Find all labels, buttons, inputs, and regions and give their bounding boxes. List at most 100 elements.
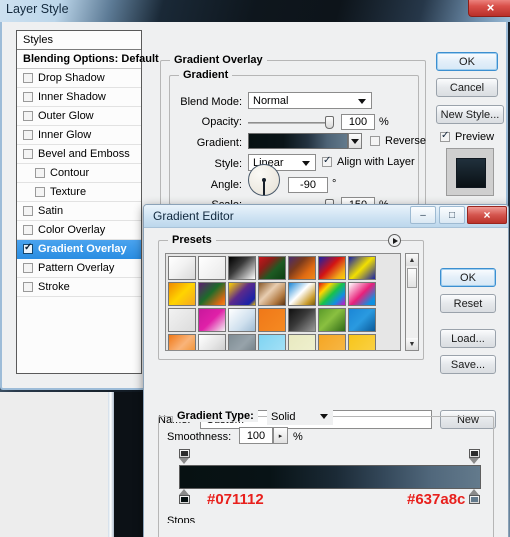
- styles-list[interactable]: Styles Blending Options: Default Drop Sh…: [16, 30, 159, 374]
- gradient-preset-6[interactable]: [348, 256, 376, 280]
- checkbox-color-overlay[interactable]: [23, 225, 33, 235]
- presets-scrollbar[interactable]: ▲ ▼: [405, 253, 419, 351]
- presets-scroll-thumb[interactable]: [407, 268, 417, 288]
- sidebar-item-inner-shadow[interactable]: Inner Shadow: [17, 88, 141, 107]
- angle-dial[interactable]: [248, 164, 280, 196]
- gradient-preset-27[interactable]: [348, 334, 376, 350]
- minimize-icon[interactable]: –: [410, 206, 436, 224]
- smoothness-input[interactable]: 100: [239, 427, 273, 444]
- gradient-preset-4[interactable]: [288, 256, 316, 280]
- opacity-input[interactable]: 100: [341, 114, 375, 130]
- gradient-preset-14[interactable]: [168, 308, 196, 332]
- opacity-slider-thumb[interactable]: [325, 116, 334, 129]
- gradient-preset-2[interactable]: [228, 256, 256, 280]
- sidebar-item-bevel-and-emboss[interactable]: Bevel and Emboss: [17, 145, 141, 164]
- gradient-preset-17[interactable]: [258, 308, 286, 332]
- gradient-preset-26[interactable]: [318, 334, 346, 350]
- gradient-preset-19[interactable]: [318, 308, 346, 332]
- gradient-bar[interactable]: [179, 465, 481, 489]
- sidebar-item-blending-options[interactable]: Blending Options: Default: [17, 50, 159, 69]
- preset-menu-icon[interactable]: [388, 234, 401, 247]
- gradient-subgroup: Gradient Blend Mode: Normal Opacity: 100…: [169, 69, 426, 213]
- checkbox-pattern-overlay[interactable]: [23, 263, 33, 273]
- sidebar-item-pattern-overlay[interactable]: Pattern Overlay: [17, 259, 141, 278]
- checkbox-reverse[interactable]: [370, 136, 380, 146]
- gradient-preset-5[interactable]: [318, 256, 346, 280]
- gradient-preset-8[interactable]: [198, 282, 226, 306]
- checkbox-preview[interactable]: [440, 130, 450, 142]
- gradient-preset-7[interactable]: [168, 282, 196, 306]
- color-stop-right[interactable]: [469, 489, 480, 504]
- checkbox-gradient-overlay[interactable]: [23, 242, 33, 254]
- gradient-preset-3[interactable]: [258, 256, 286, 280]
- gradient-preset-21[interactable]: [168, 334, 196, 350]
- cancel-button[interactable]: Cancel: [436, 78, 498, 97]
- gradient-preset-10[interactable]: [258, 282, 286, 306]
- sidebar-item-texture[interactable]: Texture: [17, 183, 141, 202]
- ok-button[interactable]: OK: [436, 52, 498, 71]
- layer-style-titlebar[interactable]: Layer Style ×: [0, 0, 510, 22]
- checkbox-drop-shadow[interactable]: [23, 73, 33, 83]
- checkbox-bevel-and-emboss[interactable]: [23, 149, 33, 159]
- sidebar-item-label: Drop Shadow: [38, 72, 105, 84]
- new-style-button[interactable]: New Style...: [436, 105, 504, 124]
- scroll-down-icon[interactable]: ▼: [406, 338, 418, 350]
- checkbox-outer-glow[interactable]: [23, 111, 33, 121]
- chevron-down-icon: [351, 138, 359, 144]
- checkbox-texture[interactable]: [35, 187, 45, 197]
- gradient-preview-swatch[interactable]: [248, 133, 348, 149]
- sidebar-item-color-overlay[interactable]: Color Overlay: [17, 221, 141, 240]
- gradient-editor-titlebar[interactable]: Gradient Editor – □ ×: [144, 205, 508, 228]
- gradient-type-select[interactable]: Solid: [267, 408, 333, 425]
- gradient-preset-1[interactable]: [198, 256, 226, 280]
- reverse-checkbox-row[interactable]: Reverse: [370, 135, 426, 147]
- sidebar-item-stroke[interactable]: Stroke: [17, 278, 141, 297]
- sidebar-item-satin[interactable]: Satin: [17, 202, 141, 221]
- gradient-preset-9[interactable]: [228, 282, 256, 306]
- checkbox-inner-glow[interactable]: [23, 130, 33, 140]
- checkbox-contour[interactable]: [35, 168, 45, 178]
- gradient-preset-16[interactable]: [228, 308, 256, 332]
- smoothness-spinner[interactable]: ▸: [273, 427, 288, 444]
- gradient-preset-20[interactable]: [348, 308, 376, 332]
- scroll-up-icon[interactable]: ▲: [406, 254, 418, 266]
- gradient-dropdown-button[interactable]: [348, 133, 362, 149]
- opacity-slider-track[interactable]: [248, 122, 334, 124]
- gradient-preset-12[interactable]: [318, 282, 346, 306]
- opacity-stop-left[interactable]: [179, 449, 190, 464]
- gradient-preset-23[interactable]: [228, 334, 256, 350]
- preview-checkbox-row[interactable]: Preview: [440, 130, 494, 143]
- checkbox-align-with-layer[interactable]: [322, 155, 332, 167]
- gradient-preset-24[interactable]: [258, 334, 286, 350]
- sidebar-item-inner-glow[interactable]: Inner Glow: [17, 126, 141, 145]
- maximize-icon[interactable]: □: [439, 206, 465, 224]
- presets-grid[interactable]: [165, 253, 401, 351]
- angle-input[interactable]: -90: [288, 177, 328, 193]
- gradient-preset-15[interactable]: [198, 308, 226, 332]
- gradient-preset-22[interactable]: [198, 334, 226, 350]
- blend-mode-select[interactable]: Normal: [248, 92, 372, 109]
- align-with-layer-row[interactable]: Align with Layer: [322, 155, 415, 168]
- checkbox-satin[interactable]: [23, 206, 33, 216]
- gradient-type-label: Gradient Type:: [173, 410, 258, 422]
- close-icon[interactable]: ×: [467, 206, 507, 224]
- sidebar-item-drop-shadow[interactable]: Drop Shadow: [17, 69, 141, 88]
- checkbox-inner-shadow[interactable]: [23, 92, 33, 102]
- ge-save-button[interactable]: Save...: [440, 355, 496, 374]
- sidebar-item-gradient-overlay[interactable]: Gradient Overlay: [17, 240, 141, 259]
- opacity-stop-right[interactable]: [469, 449, 480, 464]
- checkbox-stroke[interactable]: [23, 282, 33, 292]
- gradient-preset-0[interactable]: [168, 256, 196, 280]
- color-stop-left[interactable]: [179, 489, 190, 504]
- ge-load-button[interactable]: Load...: [440, 329, 496, 348]
- gradient-preset-25[interactable]: [288, 334, 316, 350]
- desktop-background-dark-strip: [114, 392, 144, 537]
- sidebar-item-outer-glow[interactable]: Outer Glow: [17, 107, 141, 126]
- close-icon[interactable]: ×: [468, 0, 510, 17]
- gradient-preset-11[interactable]: [288, 282, 316, 306]
- sidebar-item-contour[interactable]: Contour: [17, 164, 141, 183]
- gradient-preset-18[interactable]: [288, 308, 316, 332]
- ge-reset-button[interactable]: Reset: [440, 294, 496, 313]
- gradient-preset-13[interactable]: [348, 282, 376, 306]
- ge-ok-button[interactable]: OK: [440, 268, 496, 287]
